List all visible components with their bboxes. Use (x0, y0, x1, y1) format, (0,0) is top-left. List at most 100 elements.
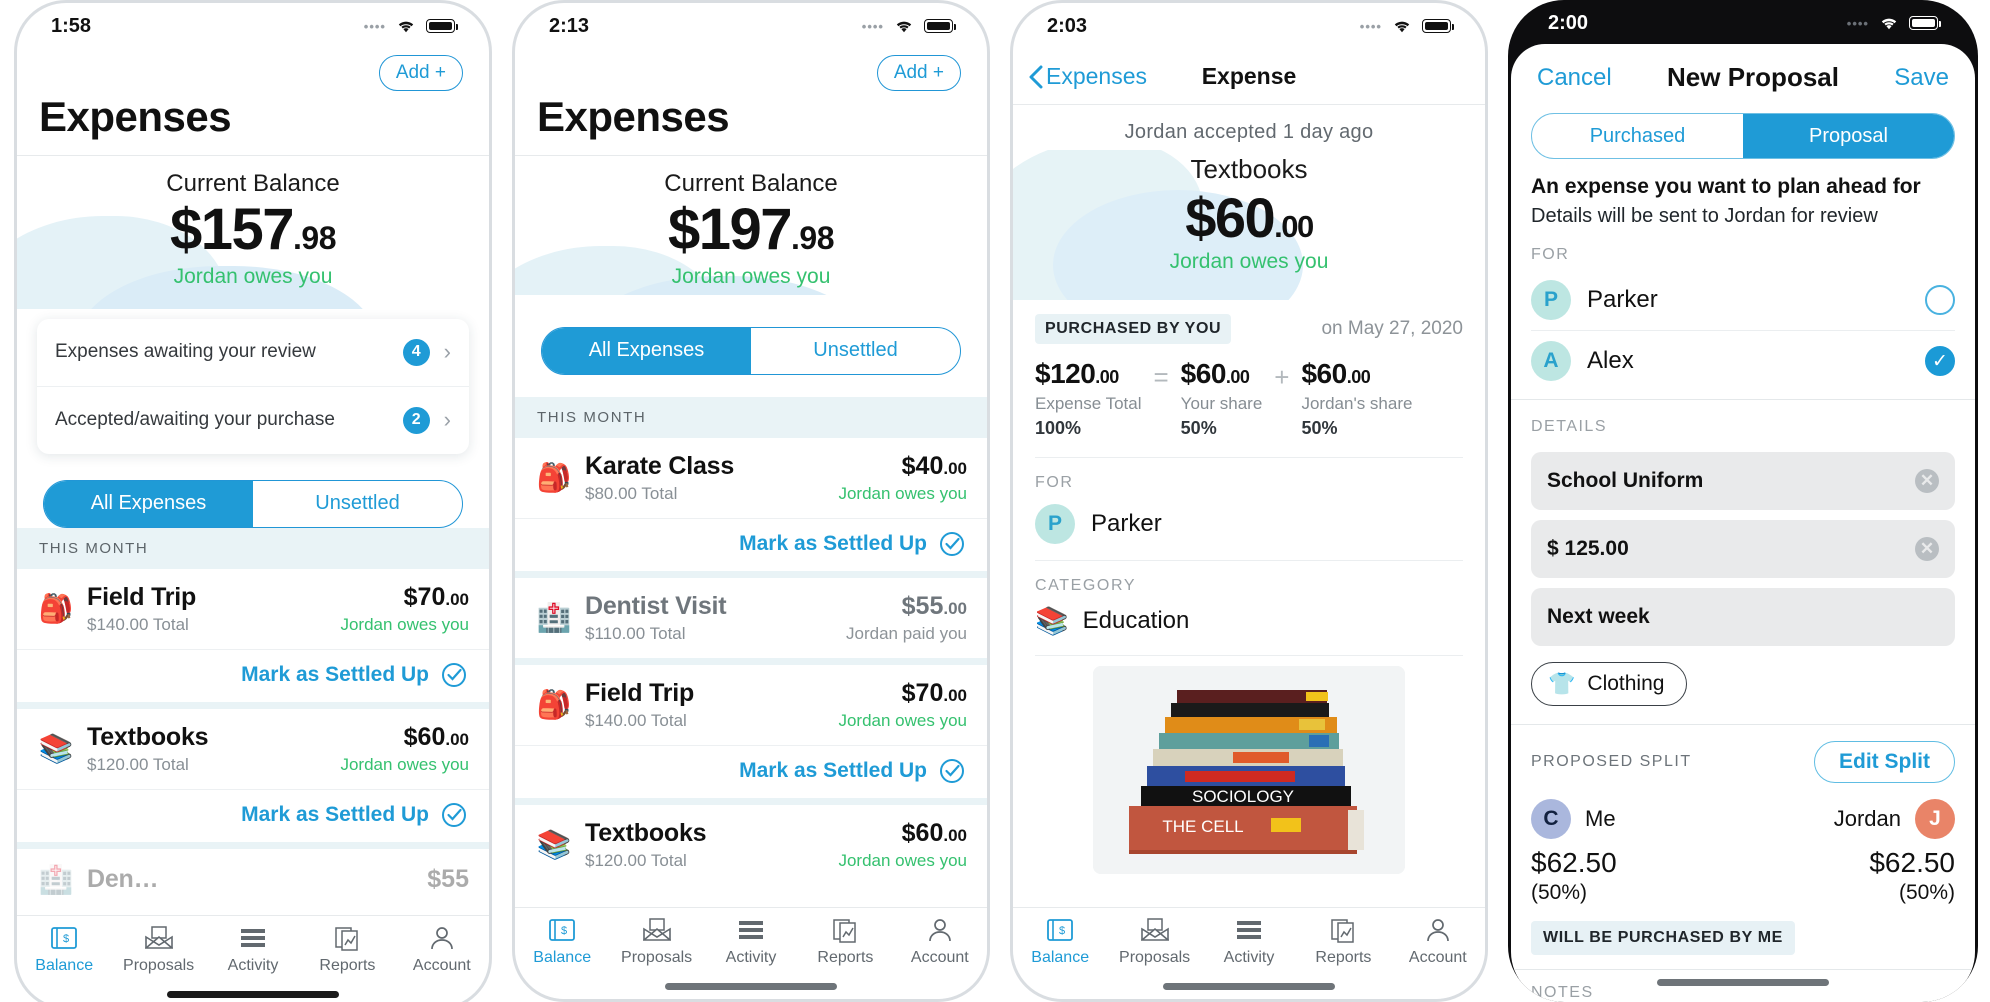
battery-icon (1422, 19, 1454, 33)
segment-unsettled[interactable]: Unsettled (253, 481, 462, 527)
mark-settled-label: Mark as Settled Up (739, 758, 927, 782)
tab-balance[interactable]: $ Balance (515, 916, 609, 967)
radio-checked-icon[interactable]: ✓ (1925, 346, 1955, 376)
svg-text:THE CELL: THE CELL (1162, 817, 1243, 836)
tab-account[interactable]: Account (1391, 916, 1485, 967)
list-item[interactable]: 🏥 Dentist Visit $110.00 Total $55.00 Jor… (515, 577, 987, 658)
category-chip[interactable]: 👕 Clothing (1531, 662, 1688, 706)
for-person-name: Parker (1091, 510, 1162, 537)
phone-4-new-proposal: 2:00 •••• Cancel New Proposal Save Purch… (1508, 0, 1978, 1002)
radio-unchecked-icon[interactable] (1925, 285, 1955, 315)
list-item[interactable]: 📚 Textbooks $120.00 Total $60.00 Jordan … (17, 708, 489, 789)
expenses-filter-segmented[interactable]: All Expenses Unsettled (43, 479, 463, 528)
equals-operator: = (1153, 362, 1169, 392)
tab-proposals[interactable]: Proposals (1107, 916, 1201, 967)
tab-activity-label: Activity (227, 957, 279, 974)
expense-name: Textbooks (87, 722, 209, 751)
amount-field[interactable]: $ 125.00 ✕ (1531, 520, 1955, 578)
split-amount-jordan: $62.50 (1869, 847, 1955, 878)
envelope-icon (144, 924, 173, 952)
tab-proposals[interactable]: Proposals (609, 916, 703, 967)
list-divider (515, 570, 987, 578)
mark-settled-button[interactable]: Mark as Settled Up (515, 517, 987, 571)
tab-account[interactable]: Account (893, 916, 987, 967)
tab-proposals-label: Proposals (1119, 949, 1191, 966)
proposal-type-segmented[interactable]: Purchased Proposal (1531, 113, 1955, 159)
expense-status: Jordan owes you (340, 614, 469, 634)
check-circle-icon (940, 531, 964, 556)
split-amounts-row: $62.50 $62.50 (1511, 839, 1975, 879)
expense-amount: $55 (427, 864, 469, 893)
split-cell-total: $120.00 Expense Total 100% (1035, 358, 1142, 438)
back-button[interactable]: Expenses (1029, 63, 1147, 90)
tab-bar: $ Balance Proposals Activity Reports Acc… (1013, 907, 1485, 999)
tab-reports[interactable]: Reports (798, 916, 892, 967)
list-item[interactable]: 🎒 Field Trip $140.00 Total $70.00 Jordan… (515, 664, 987, 745)
expense-amount: $40.00 (901, 451, 967, 480)
receipt-photo[interactable]: SOCIOLOGY THE CELL (1093, 666, 1405, 874)
split-amount-me: $62.50 (1531, 847, 1617, 878)
svg-text:$: $ (63, 933, 69, 945)
tab-balance[interactable]: $ Balance (1013, 916, 1107, 967)
add-button[interactable]: Add + (378, 55, 463, 91)
list-item[interactable]: 🏥 Den… $55 (17, 848, 489, 910)
mark-settled-button[interactable]: Mark as Settled Up (17, 648, 489, 702)
mark-settled-button[interactable]: Mark as Settled Up (515, 744, 987, 798)
details-label: DETAILS (1531, 418, 1607, 435)
edit-split-button[interactable]: Edit Split (1814, 741, 1955, 783)
list-item[interactable]: 📚 Textbooks $120.00 Total $60.00 Jordan … (515, 804, 987, 885)
pending-row-purchase-label: Accepted/awaiting your purchase (55, 409, 335, 431)
tab-balance[interactable]: $ Balance (17, 924, 111, 975)
status-time: 1:58 (51, 14, 92, 37)
mark-settled-label: Mark as Settled Up (241, 662, 429, 686)
tab-account[interactable]: Account (395, 924, 489, 975)
chevron-left-icon (1029, 65, 1043, 88)
avatar: P (1035, 504, 1075, 544)
tab-activity[interactable]: Activity (1202, 916, 1296, 967)
expense-status: Jordan owes you (838, 483, 967, 503)
expense-list: 🎒 Karate Class $80.00 Total $40.00 Jorda… (515, 437, 987, 885)
stack-of-textbooks-photo: SOCIOLOGY THE CELL (1093, 666, 1405, 874)
segment-all-expenses[interactable]: All Expenses (44, 480, 253, 527)
clothing-icon: 👕 (1548, 671, 1576, 696)
envelope-icon (1140, 916, 1169, 944)
segment-purchased[interactable]: Purchased (1532, 114, 1743, 158)
list-section-header: THIS MONTH (515, 396, 987, 438)
split-pct-me: (50%) (1531, 881, 1588, 904)
tab-proposals-label: Proposals (123, 957, 195, 974)
balance-hero: Current Balance $157.98 Jordan owes you (17, 156, 489, 309)
cancel-button[interactable]: Cancel (1537, 64, 1612, 92)
amount-field-value: $ 125.00 (1547, 537, 1629, 560)
tab-activity[interactable]: Activity (206, 924, 300, 975)
segment-proposal[interactable]: Proposal (1743, 114, 1954, 158)
clear-icon[interactable]: ✕ (1915, 537, 1939, 561)
status-time: 2:13 (549, 14, 590, 37)
pending-row-purchase[interactable]: Accepted/awaiting your purchase 2 › (37, 385, 469, 454)
svg-text:$: $ (1059, 925, 1065, 937)
description-field[interactable]: School Uniform ✕ (1531, 452, 1955, 510)
tab-reports[interactable]: Reports (1296, 916, 1390, 967)
balance-dollars: $157 (169, 197, 295, 262)
tab-proposals[interactable]: Proposals (111, 924, 205, 975)
list-item[interactable]: 🎒 Karate Class $80.00 Total $40.00 Jorda… (515, 437, 987, 518)
tab-reports[interactable]: Reports (300, 924, 394, 975)
date-field[interactable]: Next week (1531, 588, 1955, 646)
person-row-parker[interactable]: P Parker (1511, 270, 1975, 330)
add-button[interactable]: Add + (876, 55, 961, 91)
tab-activity[interactable]: Activity (704, 916, 798, 967)
clear-icon[interactable]: ✕ (1915, 469, 1939, 493)
money-icon: $ (1047, 916, 1074, 944)
segment-all-expenses[interactable]: All Expenses (542, 327, 751, 374)
expense-list: 🎒 Field Trip $140.00 Total $70.00 Jordan… (17, 568, 489, 910)
save-button[interactable]: Save (1894, 64, 1949, 92)
expenses-filter-segmented[interactable]: All Expenses Unsettled (541, 326, 961, 375)
person-row-alex[interactable]: A Alex ✓ (1511, 331, 1975, 391)
expense-hero: Textbooks $60.00 Jordan owes you (1013, 150, 1485, 300)
list-item[interactable]: 🎒 Field Trip $140.00 Total $70.00 Jordan… (17, 568, 489, 649)
mark-settled-button[interactable]: Mark as Settled Up (17, 788, 489, 842)
segment-unsettled[interactable]: Unsettled (751, 328, 960, 374)
money-icon: $ (51, 924, 78, 952)
svg-text:$: $ (561, 925, 567, 937)
pending-row-review[interactable]: Expenses awaiting your review 4 › (37, 319, 469, 386)
expense-total: $120.00 Total (585, 850, 687, 870)
